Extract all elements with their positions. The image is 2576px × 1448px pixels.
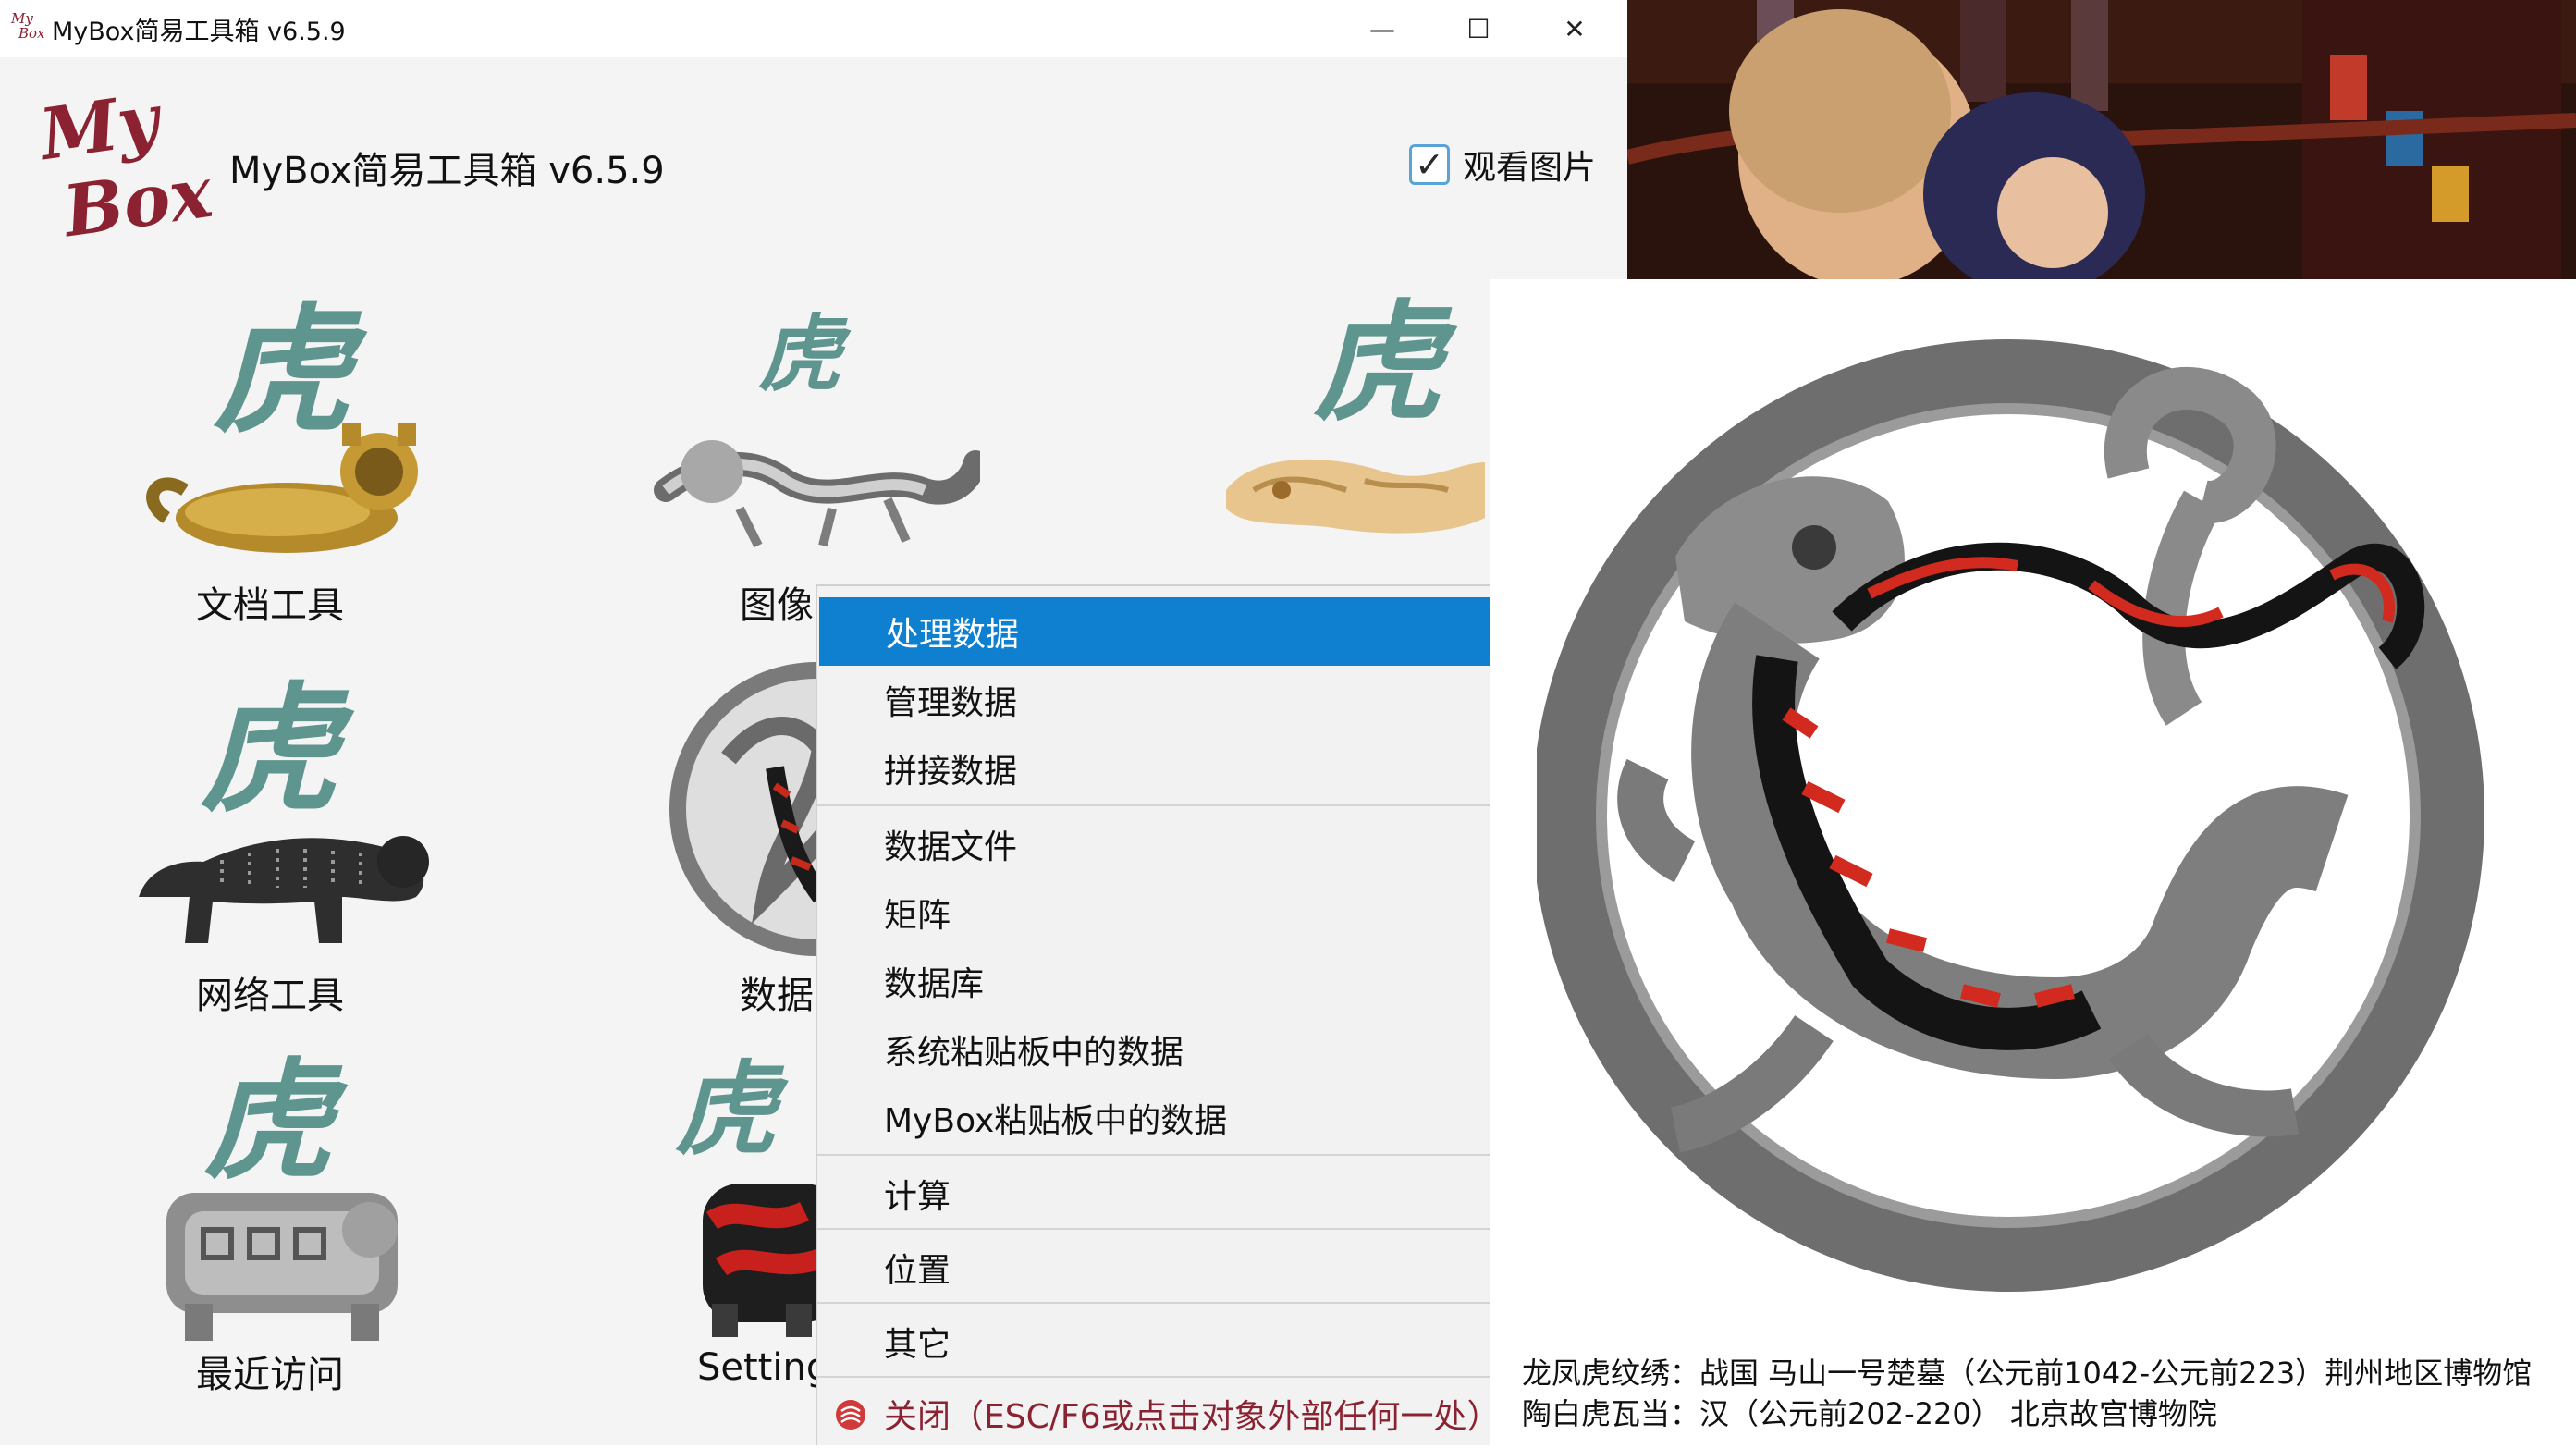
tool-images[interactable]: 虎 图像 [647, 268, 999, 629]
menu-separator [817, 804, 1490, 806]
checkbox-box[interactable]: ✓ [1409, 144, 1450, 185]
menu-item-mybox-clipboard-data[interactable]: MyBox粘贴板中的数据 [817, 1084, 1490, 1152]
tool-label: 网络工具 [196, 975, 344, 1017]
menu-item-label: 其它 [884, 1326, 951, 1364]
image-panel: 龙凤虎纹绣：战国 马山一号楚墓（公元前1042-公元前223）荆州地区博物馆 陶… [1490, 279, 2576, 1445]
menu-separator [817, 1154, 1490, 1156]
menu-item-label: 管理数据 [884, 684, 1018, 722]
menu-item-label: 矩阵 [884, 897, 951, 935]
anime-bar-scene-image [1627, 0, 2576, 279]
menu-item-manage-data[interactable]: 管理数据 [817, 666, 1490, 734]
menu-item-label: 数据文件 [884, 828, 1018, 866]
mybox-logo: My Box [34, 78, 217, 253]
menu-item-label: 处理数据 [886, 616, 1020, 654]
menu-item-label: MyBox粘贴板中的数据 [884, 1102, 1228, 1140]
jade-tiger-icon [1226, 459, 1485, 534]
tool-label: 文档工具 [196, 584, 344, 627]
tool-label: 最近访问 [196, 1354, 344, 1396]
menu-separator [817, 1302, 1490, 1304]
close-icon: ✕ [1564, 13, 1586, 44]
menu-item-location[interactable]: 位置 [817, 1233, 1490, 1302]
red-lacquer-tiger-icon [703, 1184, 832, 1337]
stone-tiger-icon [166, 1193, 398, 1341]
menu-separator [817, 1376, 1490, 1378]
menu-item-label: 关闭（ESC/F6或点击对象外部任何一处） [884, 1398, 1501, 1436]
menu-item-system-clipboard-data[interactable]: 系统粘贴板中的数据 [817, 1015, 1490, 1084]
menu-item-calculate[interactable]: 计算 [817, 1160, 1490, 1228]
menu-item-data-file[interactable]: 数据文件 [817, 810, 1490, 878]
silver-dragon-tiger-icon [654, 440, 980, 548]
tool-label: 图像 [740, 584, 814, 627]
close-window-button[interactable]: ✕ [1527, 0, 1623, 57]
close-circle-icon [836, 1400, 865, 1430]
tool-recent[interactable]: 虎 最近访问 [129, 1036, 435, 1405]
maximize-icon: ☐ [1466, 13, 1490, 44]
view-images-checkbox[interactable]: ✓ 观看图片 [1409, 141, 1596, 189]
menu-item-label: 计算 [884, 1178, 951, 1216]
calligraphy-glyph: 虎 [1313, 288, 1443, 439]
tool-third[interactable]: 虎 [1211, 268, 1489, 583]
tool-label: Setting [697, 1346, 830, 1389]
menu-item-close[interactable]: 关闭（ESC/F6或点击对象外部任何一处） [817, 1380, 1501, 1448]
menu-item-label: 数据库 [884, 965, 985, 1003]
banner-image [1627, 0, 2576, 279]
menu-separator [817, 1228, 1490, 1230]
tool-settings[interactable]: 虎 Setting [675, 1036, 832, 1405]
black-bronze-tiger-icon [139, 836, 429, 943]
menu-item-database[interactable]: 数据库 [817, 947, 1490, 1015]
tool-label: 数据 [740, 975, 814, 1017]
tool-documents[interactable]: 虎 文档工具 [120, 268, 425, 629]
window-title: MyBox简易工具箱 v6.5.9 [52, 18, 346, 46]
view-images-label: 观看图片 [1463, 149, 1597, 187]
calligraphy-glyph: 虎 [758, 305, 841, 403]
minimize-button[interactable]: — [1334, 0, 1430, 57]
menu-item-label: 系统粘贴板中的数据 [884, 1034, 1184, 1072]
app-heading: MyBox简易工具箱 v6.5.9 [229, 150, 665, 192]
context-menu: 处理数据 管理数据 拼接数据 数据文件 矩阵 数据库 系统粘贴板中的数据 MyB… [816, 584, 1501, 1448]
maximize-button[interactable]: ☐ [1430, 0, 1527, 57]
tool-network[interactable]: 虎 网络工具 [111, 647, 429, 1017]
menu-item-matrix[interactable]: 矩阵 [817, 878, 1490, 947]
image-caption-2: 陶白虎瓦当：汉（公元前202-220） 北京故宫博物院 [1522, 1396, 2217, 1431]
title-bar[interactable]: My Box MyBox简易工具箱 v6.5.9 — ☐ ✕ [0, 0, 1627, 57]
menu-item-process-data[interactable]: 处理数据 [819, 597, 1490, 666]
menu-item-concatenate-data[interactable]: 拼接数据 [817, 734, 1490, 803]
menu-item-label: 位置 [884, 1252, 951, 1290]
tool-data[interactable]: 数据 [647, 647, 849, 1017]
check-icon: ✓ [1415, 144, 1444, 185]
tiger-tile-rubbing-image [1537, 339, 2484, 1292]
menu-item-label: 拼接数据 [884, 753, 1018, 791]
image-caption-1: 龙凤虎纹绣：战国 马山一号楚墓（公元前1042-公元前223）荆州地区博物馆 [1522, 1356, 2533, 1391]
minimize-icon: — [1369, 13, 1395, 44]
app-icon: My Box [11, 10, 45, 42]
gold-tiger-icon [146, 423, 418, 553]
menu-item-others[interactable]: 其它 [817, 1307, 1490, 1376]
calligraphy-glyph: 虎 [675, 1049, 777, 1169]
